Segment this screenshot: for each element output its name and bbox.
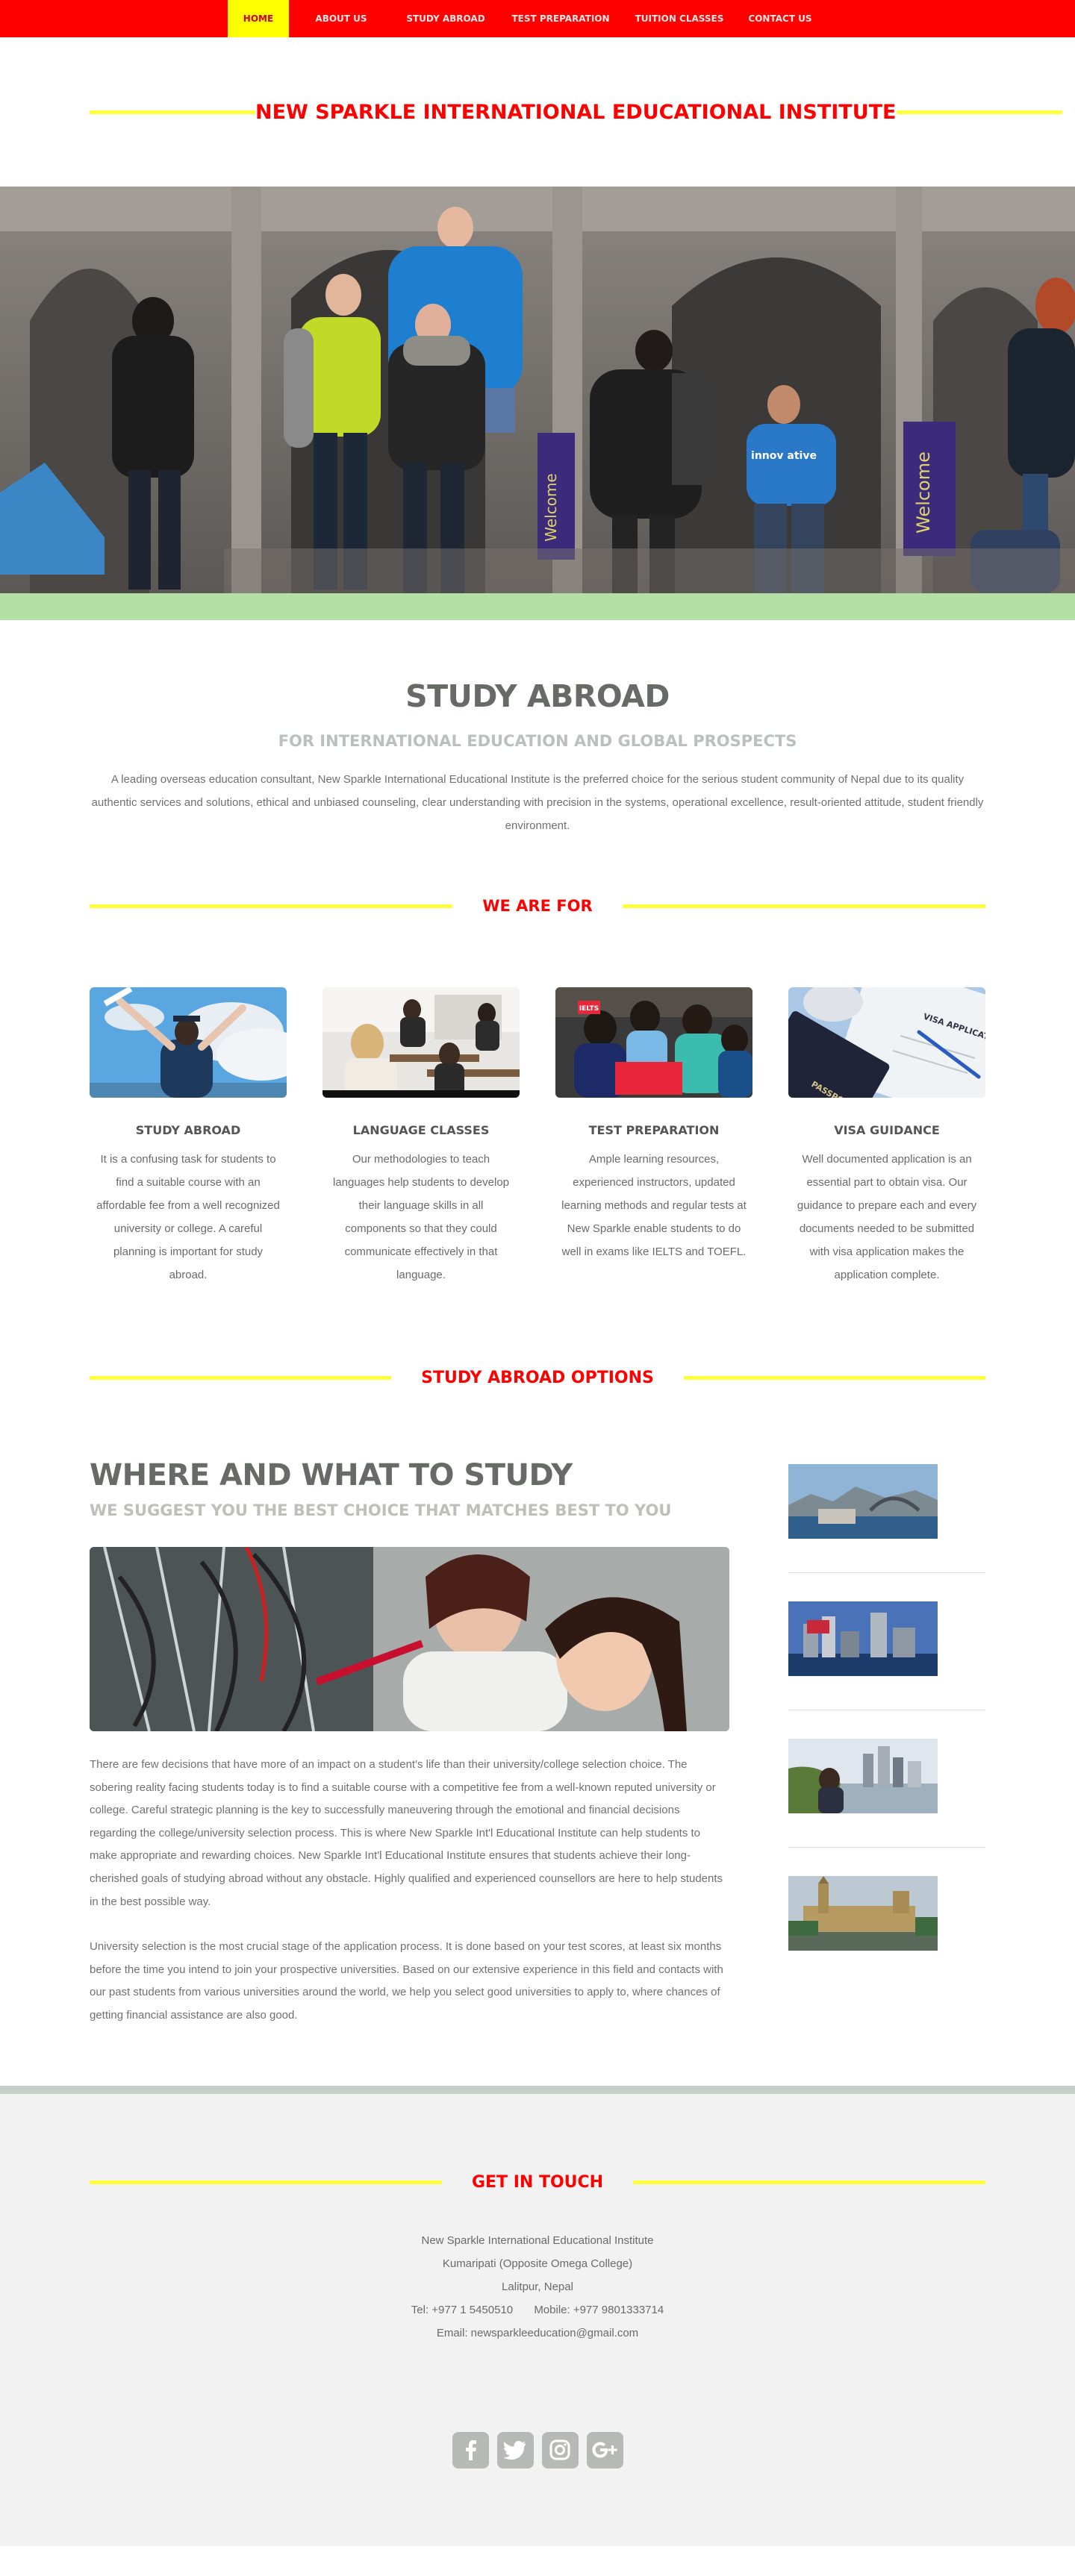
service-card-study-abroad: STUDY ABROAD It is a confusing task for …: [90, 987, 287, 1287]
sydney-harbour-thumbnail[interactable]: [788, 1464, 938, 1539]
site-header: NEW SPARKLE INTERNATIONAL EDUCATIONAL IN…: [0, 37, 1075, 187]
study-abroad-image: [90, 987, 287, 1098]
hero-green-bar: [0, 593, 1075, 620]
services-cards: STUDY ABROAD It is a confusing task for …: [90, 987, 985, 1287]
destination-thumbnails: [788, 1458, 985, 2028]
twitter-icon: [504, 2441, 526, 2460]
hero-banner-text: Welcome: [542, 473, 560, 541]
divider-line: [622, 904, 985, 908]
intro-title: STUDY ABROAD: [405, 678, 670, 714]
org-name: New Sparkle International Educational In…: [421, 2233, 654, 2247]
social-links: [0, 2431, 1075, 2469]
phone-numbers: Tel: +977 1 5450510 Mobile: +977 9801333…: [0, 2298, 1075, 2322]
intro-text: A leading overseas education consultant,…: [91, 773, 984, 832]
destination-item[interactable]: [788, 1739, 985, 1848]
get-in-touch-heading-row: GET IN TOUCH: [90, 2094, 986, 2192]
nav-item-contact-us[interactable]: CONTACT US: [735, 0, 825, 37]
we-are-for-heading-row: WE ARE FOR: [90, 897, 985, 915]
email[interactable]: Email: newsparkleeducation@gmail.com: [0, 2322, 1075, 2345]
hero-students-photo: Welcome Welcome innov ative: [0, 187, 1075, 593]
facebook-button[interactable]: [452, 2431, 489, 2469]
intro-subtitle: FOR INTERNATIONAL EDUCATION AND GLOBAL P…: [278, 732, 797, 750]
card-text: Our methodologies to teach languages hel…: [332, 1153, 509, 1281]
city-waterfront-thumbnail[interactable]: [788, 1601, 938, 1676]
where-to-study-subtitle: WE SUGGEST YOU THE BEST CHOICE THAT MATC…: [90, 1501, 672, 1519]
instagram-icon: [549, 2439, 570, 2460]
card-text: Ample learning resources, experienced in…: [561, 1153, 747, 1258]
card-title: LANGUAGE CLASSES: [352, 1123, 490, 1137]
google-plus-icon: [592, 2442, 617, 2458]
study-paragraph-1: There are few decisions that have more o…: [90, 1758, 723, 1908]
contact-info: New Sparkle International Educational In…: [0, 2229, 1075, 2345]
divider-line: [90, 904, 453, 908]
service-card-language-classes: LANGUAGE CLASSES Our methodologies to te…: [322, 987, 520, 1287]
footer: GET IN TOUCH New Sparkle International E…: [0, 2085, 1075, 2546]
hero-image: Welcome Welcome innov ative: [0, 187, 1075, 593]
nav-item-about-us[interactable]: ABOUT US: [289, 0, 393, 37]
card-title: STUDY ABROAD: [135, 1123, 241, 1137]
nav-item-study-abroad[interactable]: STUDY ABROAD: [393, 0, 498, 37]
destination-item[interactable]: [788, 1601, 985, 1710]
destination-item[interactable]: [788, 1464, 985, 1573]
study-abroad-intro: STUDY ABROAD FOR INTERNATIONAL EDUCATION…: [0, 620, 1075, 837]
where-to-study-title: WHERE AND WHAT TO STUDY: [90, 1458, 573, 1492]
nav-menu: HOME ABOUT US STUDY ABROAD TEST PREPARAT…: [228, 0, 1075, 37]
telephone: Tel: +977 1 5450510: [411, 2303, 514, 2316]
nav-item-tuition-classes[interactable]: TUITION CLASSES: [623, 0, 735, 37]
card-title: VISA GUIDANCE: [834, 1123, 940, 1137]
test-preparation-image: IELTS: [555, 987, 752, 1098]
service-card-visa-guidance: VISA APPLICATION PASSPORT VISA GUIDANCE …: [788, 987, 985, 1287]
nav-item-test-preparation[interactable]: TEST PREPARATION: [498, 0, 623, 37]
divider-line: [90, 110, 255, 114]
divider-line: [90, 1376, 392, 1380]
language-classes-image: [322, 987, 520, 1098]
site-title[interactable]: NEW SPARKLE INTERNATIONAL EDUCATIONAL IN…: [255, 101, 897, 124]
study-abroad-options-heading: STUDY ABROAD OPTIONS: [421, 1369, 654, 1387]
riverside-city-thumbnail[interactable]: [788, 1739, 938, 1813]
address-line-1: Kumaripati (Opposite Omega College): [442, 2257, 633, 2270]
mobile: Mobile: +977 9801333714: [534, 2303, 664, 2316]
we-are-for-heading: WE ARE FOR: [482, 897, 593, 915]
card-text: Well documented application is an essent…: [797, 1153, 977, 1281]
twitter-button[interactable]: [496, 2431, 534, 2469]
visa-guidance-image: VISA APPLICATION PASSPORT: [788, 987, 985, 1098]
where-to-study-section: WHERE AND WHAT TO STUDY WE SUGGEST YOU T…: [90, 1458, 985, 2028]
study-abroad-options-heading-row: STUDY ABROAD OPTIONS: [90, 1369, 985, 1387]
hero-shirt-text: innov ative: [751, 450, 817, 462]
destination-item[interactable]: [788, 1876, 985, 1984]
ielts-book-label: IELTS: [579, 1005, 599, 1013]
card-title: TEST PREPARATION: [588, 1123, 720, 1137]
divider-line: [683, 1376, 985, 1380]
instagram-button[interactable]: [541, 2431, 579, 2469]
divider-line: [896, 110, 1062, 114]
service-card-test-preparation: IELTS TEST PREPARATION Ample learning re…: [555, 987, 752, 1287]
nav-item-home[interactable]: HOME: [228, 0, 289, 37]
address-line-2: Lalitpur, Nepal: [502, 2280, 573, 2293]
where-to-study-main: WHERE AND WHAT TO STUDY WE SUGGEST YOU T…: [90, 1458, 729, 2028]
divider-line: [633, 2180, 986, 2184]
card-text: It is a confusing task for students to f…: [96, 1153, 280, 1281]
hero-banner-text: Welcome: [913, 451, 934, 534]
facebook-icon: [466, 2440, 476, 2461]
divider-line: [90, 2180, 442, 2184]
google-plus-button[interactable]: [586, 2431, 623, 2469]
get-in-touch-heading: GET IN TOUCH: [471, 2172, 604, 2192]
study-paragraph-2: University selection is the most crucial…: [90, 1940, 723, 2022]
site-title-row: NEW SPARKLE INTERNATIONAL EDUCATIONAL IN…: [90, 101, 1062, 124]
lab-students-image: [90, 1547, 729, 1731]
westminster-london-thumbnail[interactable]: [788, 1876, 938, 1951]
top-navbar: HOME ABOUT US STUDY ABROAD TEST PREPARAT…: [0, 0, 1075, 37]
